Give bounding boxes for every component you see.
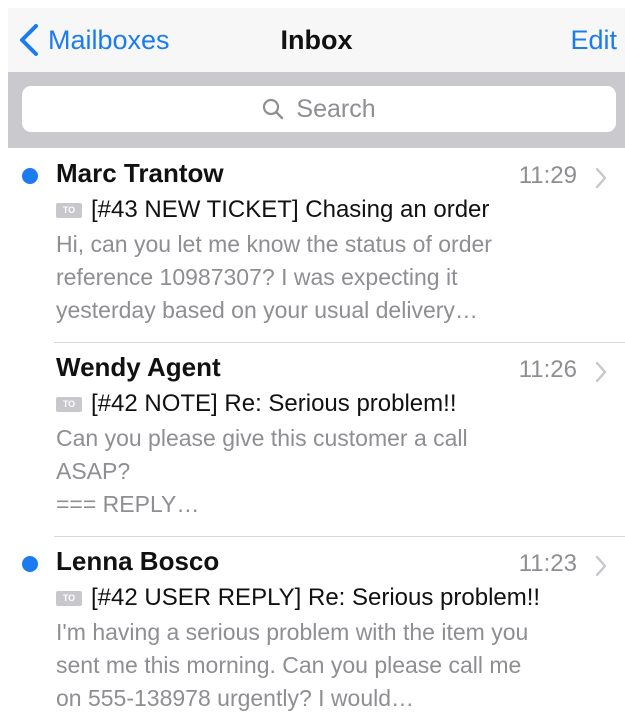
to-badge-icon: TO (56, 396, 82, 412)
search-input[interactable]: Search (22, 86, 616, 132)
chevron-right-icon (595, 361, 607, 383)
message-subject-line: TO [#43 NEW TICKET] Chasing an order (56, 196, 489, 224)
message-row[interactable]: Wendy Agent 11:26 TO [#42 NOTE] Re: Seri… (8, 342, 625, 536)
message-time: 11:26 (518, 356, 577, 383)
message-sender: Wendy Agent (56, 352, 221, 382)
unread-dot-icon (22, 168, 38, 184)
unread-dot-icon (22, 556, 38, 572)
edit-button[interactable]: Edit (570, 20, 617, 60)
message-time: 11:29 (518, 162, 577, 189)
message-sender: Marc Trantow (56, 158, 224, 188)
message-preview: Hi, can you let me know the status of or… (56, 231, 492, 323)
back-button-label: Mailboxes (48, 24, 170, 55)
mail-inbox-screen: Mailboxes Inbox Edit Search Marc Trantow… (0, 0, 625, 724)
message-sender: Lenna Bosco (56, 546, 220, 576)
search-icon (263, 98, 284, 120)
message-subject-line: TO [#42 NOTE] Re: Serious problem!! (56, 390, 456, 418)
message-list: Marc Trantow 11:29 TO [#43 NEW TICKET] C… (8, 148, 625, 724)
chevron-left-icon (20, 24, 38, 56)
message-subject: [#42 USER REPLY] Re: Serious problem!! (91, 584, 541, 611)
to-badge-icon: TO (56, 590, 82, 606)
search-bar: Search (8, 72, 625, 148)
message-preview: Can you please give this customer a call… (56, 425, 468, 517)
chevron-right-icon (595, 555, 607, 577)
message-preview: I'm having a serious problem with the it… (56, 619, 529, 711)
search-placeholder: Search (296, 94, 376, 123)
message-row[interactable]: Lenna Bosco 11:23 TO [#42 USER REPLY] Re… (8, 536, 625, 724)
navigation-bar: Mailboxes Inbox Edit (8, 8, 625, 72)
mailboxes-back-button[interactable]: Mailboxes (18, 20, 170, 60)
to-badge-icon: TO (56, 202, 82, 218)
message-row[interactable]: Marc Trantow 11:29 TO [#43 NEW TICKET] C… (8, 148, 625, 342)
message-subject: [#43 NEW TICKET] Chasing an order (91, 196, 490, 223)
chevron-right-icon (595, 167, 607, 189)
message-subject-line: TO [#42 USER REPLY] Re: Serious problem!… (56, 584, 540, 612)
message-subject: [#42 NOTE] Re: Serious problem!! (91, 390, 457, 417)
message-time: 11:23 (518, 550, 577, 577)
